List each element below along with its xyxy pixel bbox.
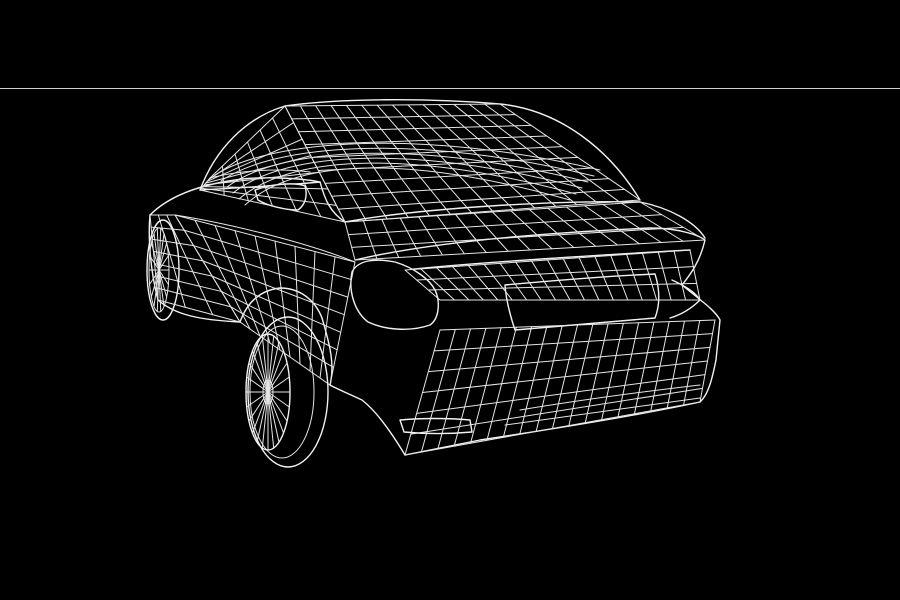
- mesh-edge: [565, 206, 618, 246]
- mesh-edge: [436, 267, 470, 301]
- mesh-edge: [416, 374, 706, 414]
- mesh-edge: [362, 220, 378, 260]
- mesh-edge: [330, 105, 409, 218]
- mesh-edge: [673, 250, 687, 301]
- mesh-edge: [329, 261, 356, 386]
- mesh-edge: [452, 266, 484, 301]
- mesh-edge: [626, 253, 643, 301]
- mesh-edge: [455, 214, 487, 253]
- mesh-edge: [211, 275, 342, 333]
- mesh-edge: [174, 214, 356, 263]
- mesh-edge: [422, 360, 708, 393]
- mesh-edge: [610, 255, 629, 301]
- mesh-edge: [427, 346, 711, 373]
- mesh-edge: [230, 306, 335, 368]
- mesh-edge: [436, 215, 465, 255]
- mesh-edge: [473, 212, 509, 252]
- mesh-edge: [510, 210, 553, 250]
- mesh-edge: [515, 261, 542, 301]
- mesh-edge: [433, 333, 713, 352]
- mesh-edge: [381, 219, 400, 258]
- mesh-edge: [594, 256, 614, 301]
- mesh-edge: [584, 205, 640, 245]
- mesh-edge: [499, 103, 641, 201]
- mesh-edge: [492, 211, 531, 251]
- mesh-edge: [483, 263, 513, 301]
- mesh-edge: [361, 104, 451, 215]
- mesh-edge: [157, 299, 241, 323]
- mesh-edge: [344, 221, 356, 261]
- mesh-edge: [499, 262, 528, 301]
- body-mesh-grid: [149, 103, 716, 456]
- wireframe-viewport: [0, 0, 900, 600]
- mesh-edge: [439, 319, 716, 331]
- mesh-edge: [528, 209, 575, 248]
- mesh-edge: [304, 135, 548, 146]
- mesh-edge: [404, 249, 691, 271]
- mesh-edge: [291, 114, 517, 120]
- car-wireframe-model: [146, 99, 721, 468]
- mesh-edge: [297, 124, 532, 133]
- mesh-edge: [468, 103, 599, 204]
- mesh-edge: [657, 251, 672, 301]
- mesh-edge: [309, 251, 316, 372]
- mesh-edge: [206, 138, 303, 182]
- mesh-edge: [547, 207, 597, 247]
- mesh-edge: [642, 252, 658, 301]
- mesh-edge: [438, 104, 557, 207]
- mesh-edge: [151, 238, 195, 247]
- mesh-edge: [392, 104, 493, 212]
- mesh-edge: [467, 265, 499, 301]
- mesh-edge: [202, 260, 345, 316]
- mesh-edge: [155, 275, 222, 292]
- mesh-edge: [418, 216, 443, 256]
- mesh-edge: [345, 104, 430, 217]
